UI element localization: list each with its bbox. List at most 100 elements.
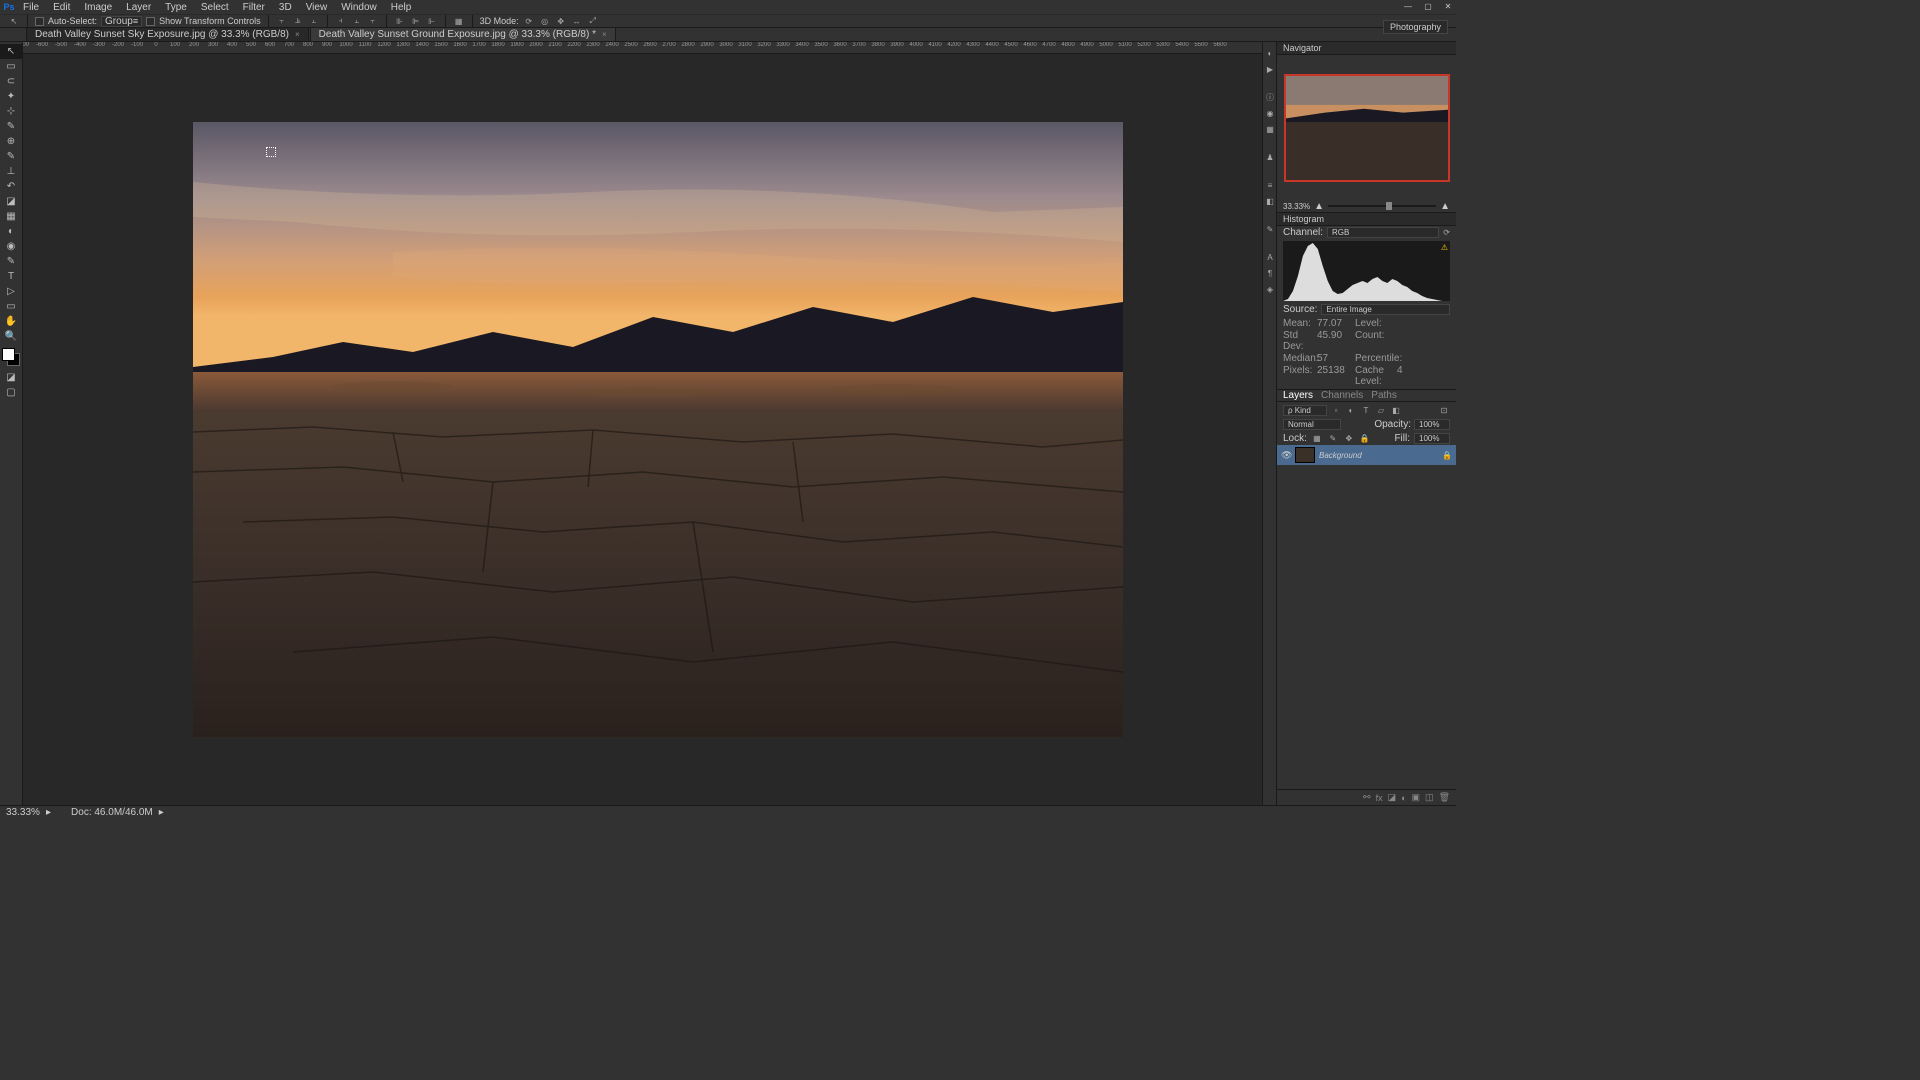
close-icon[interactable]: ✕ bbox=[1442, 1, 1454, 11]
dock-icon-paragraph[interactable]: ¶ bbox=[1263, 266, 1277, 280]
zoom-tool[interactable]: 🔍 bbox=[0, 329, 22, 344]
auto-select-checkbox[interactable] bbox=[35, 17, 44, 26]
minimize-icon[interactable]: — bbox=[1402, 1, 1414, 11]
source-dropdown[interactable]: Entire Image bbox=[1321, 304, 1450, 315]
zoom-slider[interactable] bbox=[1328, 205, 1436, 207]
gradient-tool[interactable]: ▦ bbox=[0, 209, 22, 224]
lock-pixels-icon[interactable]: ✎ bbox=[1327, 432, 1339, 444]
layer-thumbnail[interactable] bbox=[1295, 447, 1315, 463]
adjustment-layer-icon[interactable]: ◐ bbox=[1401, 793, 1406, 803]
slide-icon[interactable]: ↔ bbox=[571, 15, 583, 27]
crop-tool[interactable]: ⊹ bbox=[0, 104, 22, 119]
align-right-icon[interactable]: ⫠ bbox=[308, 15, 320, 27]
dock-icon-glyphs[interactable]: ◈ bbox=[1263, 282, 1277, 296]
histogram-header[interactable]: Histogram bbox=[1277, 213, 1456, 226]
dock-icon-brushes[interactable]: ✎ bbox=[1263, 222, 1277, 236]
stamp-tool[interactable]: ⊥ bbox=[0, 164, 22, 179]
filter-smart-icon[interactable]: ◧ bbox=[1390, 404, 1402, 416]
layer-name[interactable]: Background bbox=[1319, 451, 1362, 460]
dock-icon-color[interactable]: ◉ bbox=[1263, 106, 1277, 120]
zoom-in-icon[interactable]: ▲ bbox=[1440, 201, 1450, 212]
document-tab-1[interactable]: Death Valley Sunset Sky Exposure.jpg @ 3… bbox=[26, 27, 309, 41]
roll-icon[interactable]: ◎ bbox=[539, 15, 551, 27]
eraser-tool[interactable]: ◪ bbox=[0, 194, 22, 209]
canvas-area[interactable]: -700-600-500-400-300-200-100010020030040… bbox=[23, 42, 1262, 805]
layer-background[interactable]: 👁 Background 🔒 bbox=[1277, 445, 1456, 465]
distribute-icon-3[interactable]: ⊩ bbox=[426, 15, 438, 27]
zoom-value[interactable]: 33.33% bbox=[1283, 202, 1310, 211]
eyedropper-tool[interactable]: ✎ bbox=[0, 119, 22, 134]
filter-toggle-icon[interactable]: ⊡ bbox=[1438, 404, 1450, 416]
layer-mask-icon[interactable]: ◪ bbox=[1388, 792, 1397, 803]
history-brush-tool[interactable]: ↶ bbox=[0, 179, 22, 194]
cache-warning-icon[interactable]: ⚠ bbox=[1441, 243, 1448, 252]
filter-shape-icon[interactable]: ▱ bbox=[1375, 404, 1387, 416]
lasso-tool[interactable]: ⊂ bbox=[0, 74, 22, 89]
align-left-icon[interactable]: ⫟ bbox=[276, 15, 288, 27]
tab-close-icon[interactable]: × bbox=[295, 30, 300, 39]
dock-icon-character[interactable]: A bbox=[1263, 250, 1277, 264]
dock-icon-actions[interactable]: ▶ bbox=[1263, 62, 1277, 76]
orbit-icon[interactable]: ⟳ bbox=[523, 15, 535, 27]
dock-icon-swatches[interactable]: ▦ bbox=[1263, 122, 1277, 136]
status-arrow-icon[interactable]: ▸ bbox=[159, 807, 164, 818]
layer-filter-dropdown[interactable]: ρ Kind bbox=[1283, 405, 1327, 416]
auto-align-icon[interactable]: ▦ bbox=[453, 15, 465, 27]
menu-select[interactable]: Select bbox=[194, 1, 236, 14]
group-icon[interactable]: ▣ bbox=[1412, 792, 1421, 803]
dodge-tool[interactable]: ◉ bbox=[0, 239, 22, 254]
foreground-color[interactable] bbox=[2, 348, 15, 361]
align-middle-icon[interactable]: ⫠ bbox=[351, 15, 363, 27]
lock-all-icon[interactable]: 🔒 bbox=[1359, 432, 1371, 444]
delete-layer-icon[interactable]: 🗑 bbox=[1439, 792, 1450, 803]
wand-tool[interactable]: ✦ bbox=[0, 89, 22, 104]
fill-input[interactable]: 100% bbox=[1414, 433, 1450, 444]
menu-filter[interactable]: Filter bbox=[236, 1, 272, 14]
menu-window[interactable]: Window bbox=[334, 1, 384, 14]
menu-help[interactable]: Help bbox=[384, 1, 419, 14]
status-zoom[interactable]: 33.33% bbox=[6, 807, 46, 818]
zoom-out-icon[interactable]: ▲ bbox=[1314, 201, 1324, 212]
menu-image[interactable]: Image bbox=[77, 1, 119, 14]
blur-tool[interactable]: ◐ bbox=[0, 224, 22, 239]
menu-file[interactable]: File bbox=[16, 1, 46, 14]
menu-3d[interactable]: 3D bbox=[272, 1, 299, 14]
healing-tool[interactable]: ⊕ bbox=[0, 134, 22, 149]
lock-icon[interactable]: 🔒 bbox=[1442, 451, 1452, 460]
dock-icon-adjustments[interactable]: ≡ bbox=[1263, 178, 1277, 192]
new-layer-icon[interactable]: ◫ bbox=[1425, 792, 1434, 803]
screenmode-tool[interactable]: ▢ bbox=[0, 385, 22, 400]
marquee-tool[interactable]: ▭ bbox=[0, 59, 22, 74]
auto-select-dropdown[interactable]: Group ≡ bbox=[101, 16, 142, 27]
filter-type-icon[interactable]: T bbox=[1360, 404, 1372, 416]
align-center-h-icon[interactable]: ⫡ bbox=[292, 15, 304, 27]
brush-tool[interactable]: ✎ bbox=[0, 149, 22, 164]
shape-tool[interactable]: ▭ bbox=[0, 299, 22, 314]
document-tab-2[interactable]: Death Valley Sunset Ground Exposure.jpg … bbox=[310, 27, 616, 41]
channel-dropdown[interactable]: RGB bbox=[1327, 227, 1439, 238]
layer-style-icon[interactable]: fx bbox=[1376, 793, 1383, 803]
type-tool[interactable]: T bbox=[0, 269, 22, 284]
navigator-header[interactable]: Navigator bbox=[1277, 42, 1456, 55]
dock-icon-libraries[interactable]: ♟ bbox=[1263, 150, 1277, 164]
dock-icon-info[interactable]: ⓘ bbox=[1263, 90, 1277, 104]
maximize-icon[interactable]: ▢ bbox=[1422, 1, 1434, 11]
scale-icon[interactable]: ⤢ bbox=[587, 15, 599, 27]
link-layers-icon[interactable]: ⚯ bbox=[1363, 792, 1371, 803]
move-tool[interactable]: ↖ bbox=[0, 44, 22, 59]
menu-layer[interactable]: Layer bbox=[119, 1, 158, 14]
dock-icon-history[interactable]: ◐ bbox=[1263, 46, 1277, 60]
opacity-input[interactable]: 100% bbox=[1414, 419, 1450, 430]
status-chevron-icon[interactable]: ▸ bbox=[46, 807, 51, 818]
align-top-icon[interactable]: ⫞ bbox=[335, 15, 347, 27]
distribute-icon-2[interactable]: ⊫ bbox=[410, 15, 422, 27]
menu-type[interactable]: Type bbox=[158, 1, 194, 14]
filter-adjust-icon[interactable]: ◐ bbox=[1345, 404, 1357, 416]
navigator-thumbnail[interactable] bbox=[1277, 55, 1456, 200]
tab-paths[interactable]: Paths bbox=[1371, 390, 1397, 401]
status-doc[interactable]: Doc: 46.0M/46.0M bbox=[71, 807, 153, 818]
path-tool[interactable]: ▷ bbox=[0, 284, 22, 299]
tab-layers[interactable]: Layers bbox=[1283, 390, 1313, 401]
menu-view[interactable]: View bbox=[299, 1, 335, 14]
dock-icon-styles[interactable]: ◧ bbox=[1263, 194, 1277, 208]
